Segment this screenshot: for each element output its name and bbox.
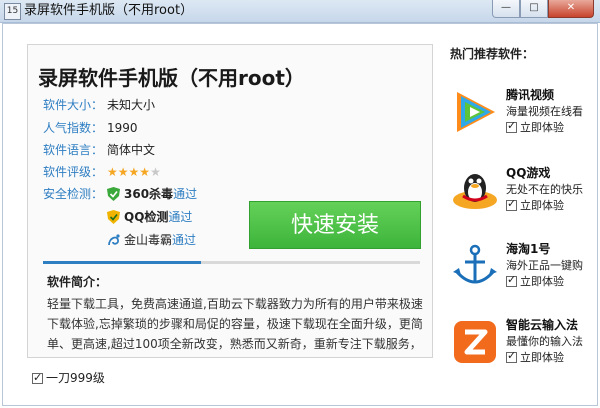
security-row: 安全检测： xyxy=(43,185,107,203)
app-checkbox-label: 立即体验 xyxy=(520,351,564,364)
haitao-icon xyxy=(453,244,497,284)
app-checkbox[interactable]: 立即体验 xyxy=(506,349,564,365)
close-button[interactable]: ✕ xyxy=(548,0,594,18)
security-status: 通过 xyxy=(168,210,193,224)
security-check-kingsoft: 金山毒霸通过 xyxy=(107,231,196,249)
checkbox-icon[interactable] xyxy=(506,349,517,363)
app-checkbox[interactable]: 立即体验 xyxy=(506,273,564,289)
shield-yellow-icon xyxy=(107,210,120,224)
maximize-button[interactable]: □ xyxy=(520,0,548,18)
app-name: QQ游戏 xyxy=(506,166,551,180)
app-name: 腾讯视频 xyxy=(506,88,555,102)
app-subtitle: 最懂你的输入法 xyxy=(506,335,583,348)
security-status: 通过 xyxy=(172,233,197,247)
bundle-checkbox-label: 一刀999级 xyxy=(46,371,105,385)
checkbox-icon[interactable] xyxy=(506,197,517,211)
security-status: 通过 xyxy=(173,187,198,201)
info-language: 软件语言： 简体中文 xyxy=(43,141,155,159)
qq-game-icon xyxy=(453,174,497,209)
recommended-app[interactable]: 海淘1号 海外正品一键购 立即体验 xyxy=(451,240,596,300)
shield-green-icon xyxy=(107,187,120,201)
recommended-app[interactable]: 腾讯视频 海量视频在线看 立即体验 xyxy=(451,86,596,146)
checkbox-icon[interactable] xyxy=(506,119,517,133)
kingsoft-icon xyxy=(108,234,120,246)
security-name: 360杀毒 xyxy=(124,187,174,201)
rating-stars: ★★★★★ xyxy=(107,165,161,179)
title-bar: 15 录屏软件手机版（不用root） — □ ✕ xyxy=(0,0,600,23)
app-checkbox-label: 立即体验 xyxy=(520,199,564,212)
recommended-app[interactable]: 智能云输入法 最懂你的输入法 立即体验 xyxy=(451,316,596,376)
window-controls: — □ ✕ xyxy=(492,0,594,18)
security-check-360: 360杀毒通过 xyxy=(107,185,197,203)
checkbox-icon[interactable] xyxy=(506,273,517,287)
app-checkbox-label: 立即体验 xyxy=(520,121,564,134)
sidebar-title: 热门推荐软件： xyxy=(450,47,535,61)
app-subtitle: 无处不在的快乐 xyxy=(506,183,583,196)
info-rating: 软件评级： ★★★★★ xyxy=(43,163,161,181)
description-text: 轻量下载工具，免费高速通道,百助云下载器致力为所有的用户带来极速下载体验,忘掉繁… xyxy=(47,297,423,350)
description-title: 软件简介： xyxy=(47,275,108,289)
security-name: QQ检测 xyxy=(124,210,169,224)
info-value: 简体中文 xyxy=(107,143,156,157)
app-name: 智能云输入法 xyxy=(506,318,579,332)
security-name: 金山毒霸 xyxy=(124,233,173,247)
app-subtitle: 海量视频在线看 xyxy=(506,105,583,118)
info-size: 软件大小： 未知大小 xyxy=(43,96,155,114)
tencent-video-icon xyxy=(457,92,495,132)
app-name: 海淘1号 xyxy=(506,242,551,256)
security-label: 安全检测： xyxy=(43,187,104,201)
quick-install-button[interactable]: 快速安装 xyxy=(249,201,421,249)
window-title: 录屏软件手机版（不用root） xyxy=(24,3,194,18)
info-popularity: 人气指数： 1990 xyxy=(43,119,138,137)
info-value: 1990 xyxy=(107,121,138,135)
app-icon: 15 xyxy=(4,3,21,20)
software-title: 录屏软件手机版（不用root） xyxy=(38,66,305,90)
app-checkbox[interactable]: 立即体验 xyxy=(506,197,564,213)
bundle-checkbox[interactable]: 一刀999级 xyxy=(32,370,105,386)
security-check-qq: QQ检测通过 xyxy=(107,208,192,226)
app-subtitle: 海外正品一键购 xyxy=(506,259,583,272)
info-label: 软件语言： xyxy=(43,143,104,157)
input-method-icon xyxy=(454,321,496,363)
checkbox-icon[interactable] xyxy=(32,370,43,386)
minimize-button[interactable]: — xyxy=(492,0,520,18)
info-value: 未知大小 xyxy=(107,98,156,112)
progress-fill xyxy=(43,261,202,264)
app-checkbox-label: 立即体验 xyxy=(520,275,564,288)
info-label: 软件大小： xyxy=(43,98,104,112)
app-checkbox[interactable]: 立即体验 xyxy=(506,119,564,135)
info-label: 软件评级： xyxy=(43,165,104,179)
recommended-app[interactable]: QQ游戏 无处不在的快乐 立即体验 xyxy=(451,164,596,224)
info-label: 人气指数： xyxy=(43,121,104,135)
download-progress-bar xyxy=(43,261,420,264)
